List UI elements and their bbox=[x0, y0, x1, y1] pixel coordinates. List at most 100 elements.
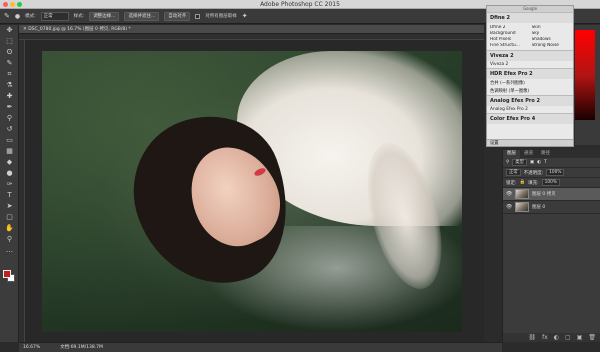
blur-tool-icon[interactable]: ◆ bbox=[0, 157, 19, 168]
history-brush-tool-icon[interactable]: ↺ bbox=[0, 124, 19, 135]
viveza-item[interactable]: Viveza 2 bbox=[487, 61, 573, 68]
filter-search-icon[interactable]: ⚲ bbox=[506, 160, 509, 165]
layers-panel-tabs: 图层 通道 路径 bbox=[503, 150, 600, 158]
filter-pixel-icon[interactable]: ▣ bbox=[530, 160, 534, 165]
marquee-tool-icon[interactable]: ⬚ bbox=[0, 36, 19, 47]
brush-tool-icon[interactable]: ✒ bbox=[0, 102, 19, 113]
filter-adjust-icon[interactable]: ◐ bbox=[537, 160, 541, 165]
blend-mode-select[interactable]: 正常 bbox=[506, 169, 521, 176]
layer-kind-select[interactable]: 类型 bbox=[512, 159, 527, 166]
foreground-color-swatch[interactable] bbox=[3, 270, 11, 278]
analog-section-title: Analog Efex Pro 2 bbox=[490, 98, 541, 104]
eyedropper-tool-icon[interactable]: ⚗ bbox=[0, 80, 19, 91]
layer-thumbnail bbox=[515, 202, 529, 212]
new-layer-icon[interactable]: ▣ bbox=[577, 334, 583, 341]
document-photo[interactable] bbox=[42, 51, 462, 332]
enhance-icon[interactable]: ✦ bbox=[242, 12, 248, 20]
viveza-section-header[interactable]: Viveza 2 bbox=[487, 50, 573, 61]
google-nik-panel: Google Dfine 2 Dfine 2 Skin Background Sky H… bbox=[486, 5, 574, 147]
stamp-tool-icon[interactable]: ⚲ bbox=[0, 113, 19, 124]
opacity-input[interactable]: 100% bbox=[546, 169, 565, 176]
zoom-level[interactable]: 16.67% bbox=[23, 343, 40, 352]
canvas-area[interactable] bbox=[25, 40, 484, 342]
fill-input[interactable]: 100% bbox=[541, 179, 560, 186]
document-size: 文档:69.1M/138.7M bbox=[60, 345, 103, 350]
zoom-tool-icon[interactable]: ⚲ bbox=[0, 234, 19, 245]
analog-section-header[interactable]: Analog Efex Pro 2 bbox=[487, 95, 573, 106]
eye-icon[interactable]: 👁 bbox=[506, 191, 512, 197]
fill-label: 填充: bbox=[528, 180, 539, 186]
dfine-item[interactable]: Fine Structu... bbox=[490, 43, 529, 48]
layer-row-copy[interactable]: 👁 图层 0 拷贝 bbox=[503, 188, 600, 201]
dfine-item[interactable]: Hot Pixels bbox=[490, 37, 529, 42]
adjustment-layer-icon[interactable]: ◐ bbox=[554, 334, 559, 341]
blend-row: 正常 不透明度: 100% bbox=[503, 168, 600, 178]
layers-panel: 图层 通道 路径 ⚲ 类型 ▣ ◐ T 正常 不透明度: 100% 锁定: 🔒 … bbox=[502, 150, 600, 342]
color-efex-section-title: Color Efex Pro 4 bbox=[490, 116, 536, 122]
analog-item[interactable]: Analog Efex Pro 2 bbox=[487, 106, 573, 113]
style-label: 样式: bbox=[73, 14, 85, 19]
pen-tool-icon[interactable]: ✑ bbox=[0, 179, 19, 190]
lasso-tool-icon[interactable]: ʘ bbox=[0, 47, 19, 58]
layer-name[interactable]: 图层 0 拷贝 bbox=[532, 191, 556, 197]
dfine-section-header[interactable]: Dfine 2 bbox=[487, 12, 573, 23]
status-bar: 16.67% 文档:69.1M/138.7M bbox=[19, 342, 502, 352]
refine-edge-button[interactable]: 调整边缘... bbox=[89, 11, 120, 21]
eye-icon[interactable]: 👁 bbox=[506, 204, 512, 210]
dodge-tool-icon[interactable]: ● bbox=[0, 168, 19, 179]
filter-type-icon[interactable]: T bbox=[544, 160, 547, 165]
select-mask-button[interactable]: 选择并遮住... bbox=[124, 11, 160, 21]
dfine-item[interactable]: Strong Noise bbox=[532, 43, 571, 48]
lock-row: 锁定: 🔒 填充: 100% bbox=[503, 178, 600, 188]
tab-channels[interactable]: 通道 bbox=[520, 150, 537, 158]
document-tab-title: DSC_0780.jpg @ 16.7% (图层 0 拷贝, RGB/8) * bbox=[28, 27, 131, 32]
type-tool-icon[interactable]: T bbox=[0, 190, 19, 201]
hand-tool-icon[interactable]: ✋ bbox=[0, 223, 19, 234]
layers-panel-actions: ⛓ fx ◐ ▢ ▣ 🗑 bbox=[503, 333, 600, 342]
auto-align-button[interactable]: 自动对齐 bbox=[164, 11, 191, 21]
healing-tool-icon[interactable]: ✚ bbox=[0, 91, 19, 102]
tab-paths[interactable]: 路径 bbox=[537, 150, 554, 158]
hdr-section-header[interactable]: HDR Efex Pro 2 bbox=[487, 68, 573, 79]
dfine-item[interactable]: Skin bbox=[532, 25, 571, 30]
trash-icon[interactable]: 🗑 bbox=[588, 334, 596, 341]
link-layers-icon[interactable]: ⛓ bbox=[528, 334, 536, 341]
opacity-label: 不透明度: bbox=[523, 170, 544, 176]
color-efex-section-header[interactable]: Color Efex Pro 4 bbox=[487, 113, 573, 124]
tab-layers[interactable]: 图层 bbox=[503, 150, 520, 158]
path-select-tool-icon[interactable]: ➤ bbox=[0, 201, 19, 212]
hdr-tonemap-item[interactable]: 色调映射 (单一图像) bbox=[487, 87, 573, 95]
lock-icon[interactable]: 🔒 bbox=[520, 180, 526, 185]
document-tab[interactable]: ✕ DSC_0780.jpg @ 16.7% (图层 0 拷贝, RGB/8) … bbox=[19, 25, 484, 34]
lock-label: 锁定: bbox=[506, 180, 517, 186]
mode-select[interactable]: 正常 bbox=[40, 11, 69, 21]
hdr-merge-item[interactable]: 合并 (一系列图像) bbox=[487, 79, 573, 87]
tool-preset-icon[interactable]: ✎ bbox=[4, 12, 10, 20]
dfine-section-title: Dfine 2 bbox=[490, 15, 511, 21]
brush-size-icon[interactable]: ● bbox=[15, 13, 20, 20]
tools-panel: ✥ ⬚ ʘ ✎ ⌗ ⚗ ✚ ✒ ⚲ ↺ ▭ ▦ ◆ ● ✑ T ➤ ▢ ✋ ⚲… bbox=[0, 25, 19, 342]
dfine-item[interactable]: Background bbox=[490, 31, 529, 36]
fx-icon[interactable]: fx bbox=[542, 334, 548, 341]
shape-tool-icon[interactable]: ▢ bbox=[0, 212, 19, 223]
eraser-tool-icon[interactable]: ▭ bbox=[0, 135, 19, 146]
mode-label: 模式: bbox=[25, 14, 36, 19]
more-tools-icon[interactable]: … bbox=[0, 245, 19, 256]
settings-label: 设置 bbox=[490, 141, 499, 146]
dfine-item[interactable]: Shadows bbox=[532, 37, 571, 42]
hdr-section-title: HDR Efex Pro 2 bbox=[490, 71, 533, 77]
layer-thumbnail bbox=[515, 189, 529, 199]
sample-all-layers-label: 对所有图层取样 bbox=[205, 14, 237, 19]
layer-row-base[interactable]: 👁 图层 0 bbox=[503, 201, 600, 214]
color-picker-field[interactable] bbox=[575, 30, 595, 120]
new-group-icon[interactable]: ▢ bbox=[565, 334, 571, 341]
google-panel-settings[interactable]: 设置 bbox=[487, 139, 573, 146]
move-tool-icon[interactable]: ✥ bbox=[0, 25, 19, 36]
dfine-item[interactable]: Dfine 2 bbox=[490, 25, 529, 30]
dfine-item[interactable]: Sky bbox=[532, 31, 571, 36]
quick-select-tool-icon[interactable]: ✎ bbox=[0, 58, 19, 69]
crop-tool-icon[interactable]: ⌗ bbox=[0, 69, 19, 80]
gradient-tool-icon[interactable]: ▦ bbox=[0, 146, 19, 157]
layer-name[interactable]: 图层 0 bbox=[532, 204, 545, 210]
sample-all-layers-checkbox[interactable] bbox=[195, 13, 201, 19]
